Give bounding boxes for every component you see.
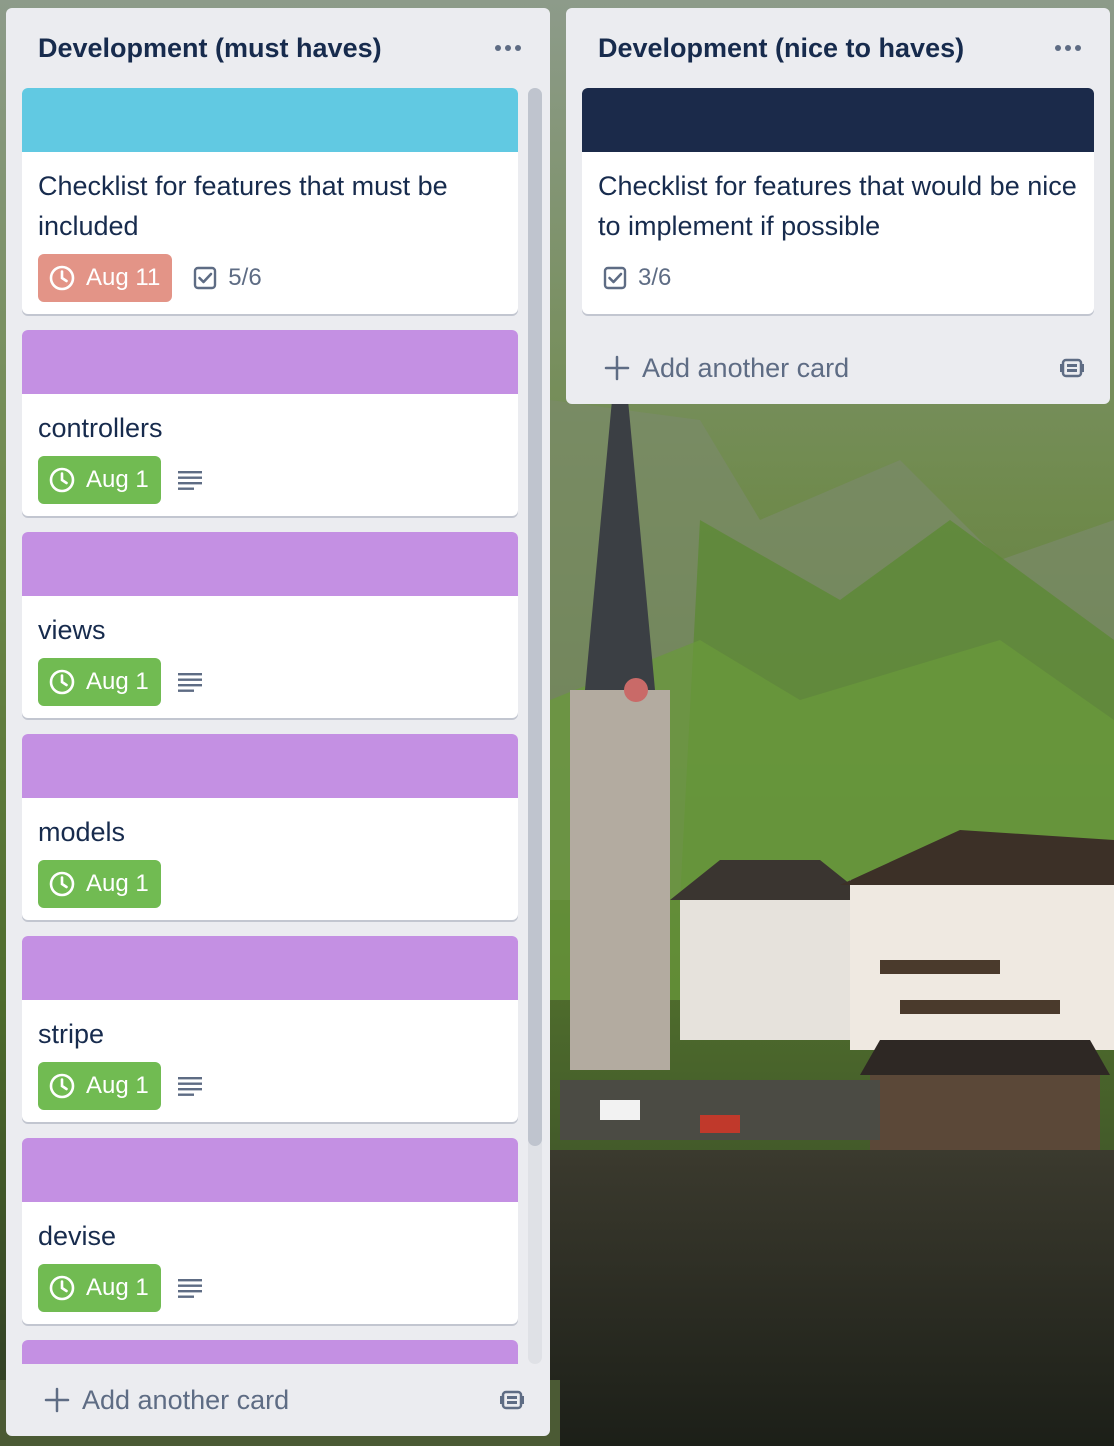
due-date-text: Aug 1 <box>86 668 149 695</box>
description-icon <box>177 466 205 494</box>
card-body: views Aug 1 <box>22 596 518 718</box>
card-list[interactable]: Checklist for features that would be nic… <box>566 88 1110 332</box>
checklist-count: 3/6 <box>638 264 672 291</box>
clock-icon <box>49 871 75 897</box>
due-date-text: Aug 1 <box>86 466 149 493</box>
checklist-icon <box>194 266 217 290</box>
card-title: controllers <box>38 413 163 443</box>
card-cover <box>22 1340 518 1364</box>
due-date-badge[interactable]: Aug 1 <box>38 1062 161 1110</box>
list-title[interactable]: Development (nice to haves) <box>598 33 964 64</box>
card-title: models <box>38 817 126 847</box>
card-badges: Aug 1 <box>38 456 502 504</box>
list-nice-to-haves: Development (nice to haves) Checklist fo… <box>566 8 1110 404</box>
description-icon <box>177 1274 205 1302</box>
list-header: Development (nice to haves) <box>566 8 1110 88</box>
more-horizontal-icon[interactable] <box>1050 30 1086 66</box>
card-badges: Aug 11 5/6 <box>38 254 502 302</box>
clock-icon <box>49 467 75 493</box>
add-card-label: Add another card <box>82 1384 290 1415</box>
card[interactable]: views Aug 1 <box>22 532 518 718</box>
card-badges: Aug 1 <box>38 1062 502 1110</box>
card-badges: 3/6 <box>598 254 1078 302</box>
list-header: Development (must haves) <box>6 8 550 88</box>
card-body: Checklist for features that would be nic… <box>582 152 1094 314</box>
card-cover <box>22 734 518 798</box>
card-title: Checklist for features that would be nic… <box>598 171 1077 241</box>
add-card-button[interactable]: Add another card <box>44 1385 289 1416</box>
list-footer: Add another card <box>566 332 1110 404</box>
description-icon <box>177 1072 205 1100</box>
list-title[interactable]: Development (must haves) <box>38 33 382 64</box>
clock-icon <box>49 265 75 291</box>
add-card-button[interactable]: Add another card <box>604 353 849 384</box>
due-date-text: Aug 1 <box>86 1072 149 1099</box>
card-title: Checklist for features that must be incl… <box>38 171 448 241</box>
card-body: Checklist for features that must be incl… <box>22 152 518 314</box>
list-must-haves: Development (must haves) Checklist for f… <box>6 8 550 1436</box>
due-date-badge[interactable]: Aug 1 <box>38 1264 161 1312</box>
due-date-badge[interactable]: Aug 1 <box>38 456 161 504</box>
due-date-badge[interactable]: Aug 1 <box>38 860 161 908</box>
checklist-badge: 3/6 <box>602 264 671 292</box>
card[interactable]: Checklist for features that would be nic… <box>582 88 1094 314</box>
card-list[interactable]: Checklist for features that must be incl… <box>6 88 550 1364</box>
card-badges: Aug 1 <box>38 658 502 706</box>
plus-icon <box>604 355 630 381</box>
card-title: devise <box>38 1221 117 1251</box>
card[interactable] <box>22 1340 518 1364</box>
card-cover <box>22 330 518 394</box>
card-body: devise Aug 1 <box>22 1202 518 1324</box>
card-badges: Aug 1 <box>38 1264 502 1312</box>
plus-icon <box>44 1387 70 1413</box>
card-body: controllers Aug 1 <box>22 394 518 516</box>
checklist-icon <box>603 266 627 290</box>
more-horizontal-icon[interactable] <box>490 30 526 66</box>
card-cover <box>22 1138 518 1202</box>
due-date-badge[interactable]: Aug 11 <box>38 254 173 302</box>
card[interactable]: models Aug 1 <box>22 734 518 920</box>
card[interactable]: stripe Aug 1 <box>22 936 518 1122</box>
card-cover <box>22 88 518 152</box>
card-body: stripe Aug 1 <box>22 1000 518 1122</box>
card-badges: Aug 1 <box>38 860 502 908</box>
checklist-badge: 5/6 <box>192 264 262 292</box>
due-date-text: Aug 11 <box>86 264 161 291</box>
due-date-badge[interactable]: Aug 1 <box>38 658 161 706</box>
card-body: models Aug 1 <box>22 798 518 920</box>
add-card-label: Add another card <box>642 352 850 383</box>
due-date-text: Aug 1 <box>86 1274 149 1301</box>
clock-icon <box>49 669 75 695</box>
list-footer: Add another card <box>6 1364 550 1436</box>
card-cover <box>22 936 518 1000</box>
card[interactable]: devise Aug 1 <box>22 1138 518 1324</box>
card-cover <box>582 88 1094 152</box>
scrollbar-track[interactable] <box>528 88 542 1364</box>
card-template-icon[interactable] <box>498 1386 526 1414</box>
card[interactable]: controllers Aug 1 <box>22 330 518 516</box>
checklist-count: 5/6 <box>228 264 262 291</box>
card[interactable]: Checklist for features that must be incl… <box>22 88 518 314</box>
scrollbar-thumb[interactable] <box>528 88 542 1146</box>
due-date-text: Aug 1 <box>86 870 149 897</box>
card-title: views <box>38 615 106 645</box>
clock-icon <box>49 1073 75 1099</box>
card-title: stripe <box>38 1019 105 1049</box>
description-icon <box>177 668 205 696</box>
card-cover <box>22 532 518 596</box>
card-template-icon[interactable] <box>1058 354 1086 382</box>
clock-icon <box>49 1275 75 1301</box>
